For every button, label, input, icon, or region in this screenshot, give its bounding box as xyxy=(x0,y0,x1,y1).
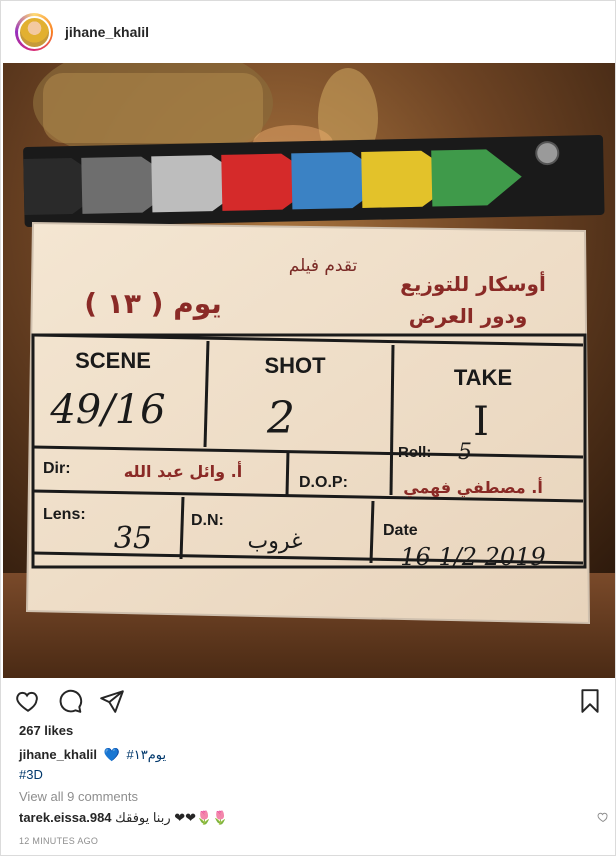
avatar[interactable] xyxy=(15,13,53,51)
post-header: jihane_khalil xyxy=(1,1,615,63)
avatar-image xyxy=(17,15,51,49)
board-roll-label: Roll: xyxy=(398,444,431,461)
instagram-post: jihane_khalil تقدم فيلم يوم (١٣) أوسكا… xyxy=(0,0,616,856)
comment-row: tarek.eissa.984 ربنا يوفقك ❤❤🌷🌷 xyxy=(19,810,609,826)
board-presents: تقدم فيلم xyxy=(289,256,358,276)
comment-bubble-icon[interactable] xyxy=(57,688,83,714)
board-scene-value: 49/16 xyxy=(49,387,165,433)
caption-username[interactable]: jihane_khalil xyxy=(19,747,97,762)
board-dop-value: أ. مصطفي فهمي xyxy=(403,477,543,498)
board-title: يوم ( ١٣ ) xyxy=(84,287,222,320)
post-timestamp[interactable]: 12 MINUTES AGO xyxy=(19,836,98,846)
board-shot-label: SHOT xyxy=(264,353,326,378)
comment-username[interactable]: tarek.eissa.984 xyxy=(19,810,112,825)
heart-outline-icon[interactable] xyxy=(15,688,41,714)
board-scene-label: SCENE xyxy=(75,348,151,373)
board-dn-value: غروب xyxy=(248,529,303,554)
board-dir-value: أ. وائل عبد الله xyxy=(124,461,242,481)
action-bar xyxy=(15,685,605,719)
comment-heart-icon[interactable] xyxy=(597,811,609,823)
board-take-label: TAKE xyxy=(454,365,512,390)
board-take-value: I xyxy=(473,399,489,445)
blue-heart-emoji: 💙 xyxy=(103,747,120,762)
post-username[interactable]: jihane_khalil xyxy=(65,24,149,40)
board-dir-label: Dir: xyxy=(43,460,71,477)
trophy-shape xyxy=(43,73,263,143)
board-shot-value: 2 xyxy=(266,393,295,444)
clapper-board: تقدم فيلم يوم ( ١٣ ) أوسكار للتوزيع ودور… xyxy=(25,221,591,625)
board-distributor-line2: ودور العرض xyxy=(409,304,528,328)
board-lens-value: 35 xyxy=(114,521,152,556)
likes-count[interactable]: 267 likes xyxy=(19,723,73,738)
board-dn-label: D.N: xyxy=(191,512,224,529)
hashtag-3d[interactable]: #3D xyxy=(19,767,43,782)
board-dop-label: D.O.P: xyxy=(299,474,348,491)
paper-plane-icon[interactable] xyxy=(99,688,125,714)
board-roll-value: 5 xyxy=(458,440,472,465)
board-distributor-line1: أوسكار للتوزيع xyxy=(400,270,546,296)
clapper-stick xyxy=(23,134,605,227)
board-date-label: Date xyxy=(383,522,418,539)
board-lens-label: Lens: xyxy=(43,506,86,523)
post-photo[interactable]: تقدم فيلم يوم ( ١٣ ) أوسكار للتوزيع ودور… xyxy=(3,63,615,678)
caption-hashtag[interactable]: #يوم١٣ xyxy=(126,747,166,762)
comment-text: ربنا يوفقك ❤❤🌷🌷 xyxy=(115,810,229,825)
view-all-comments-link[interactable]: View all 9 comments xyxy=(19,789,138,804)
bookmark-icon[interactable] xyxy=(577,688,603,714)
post-caption: jihane_khalil 💙 #يوم١٣ xyxy=(19,747,166,763)
board-date-value: 16 1/2 2019 xyxy=(400,543,546,571)
caption-hashtag-line: #3D xyxy=(19,767,43,782)
